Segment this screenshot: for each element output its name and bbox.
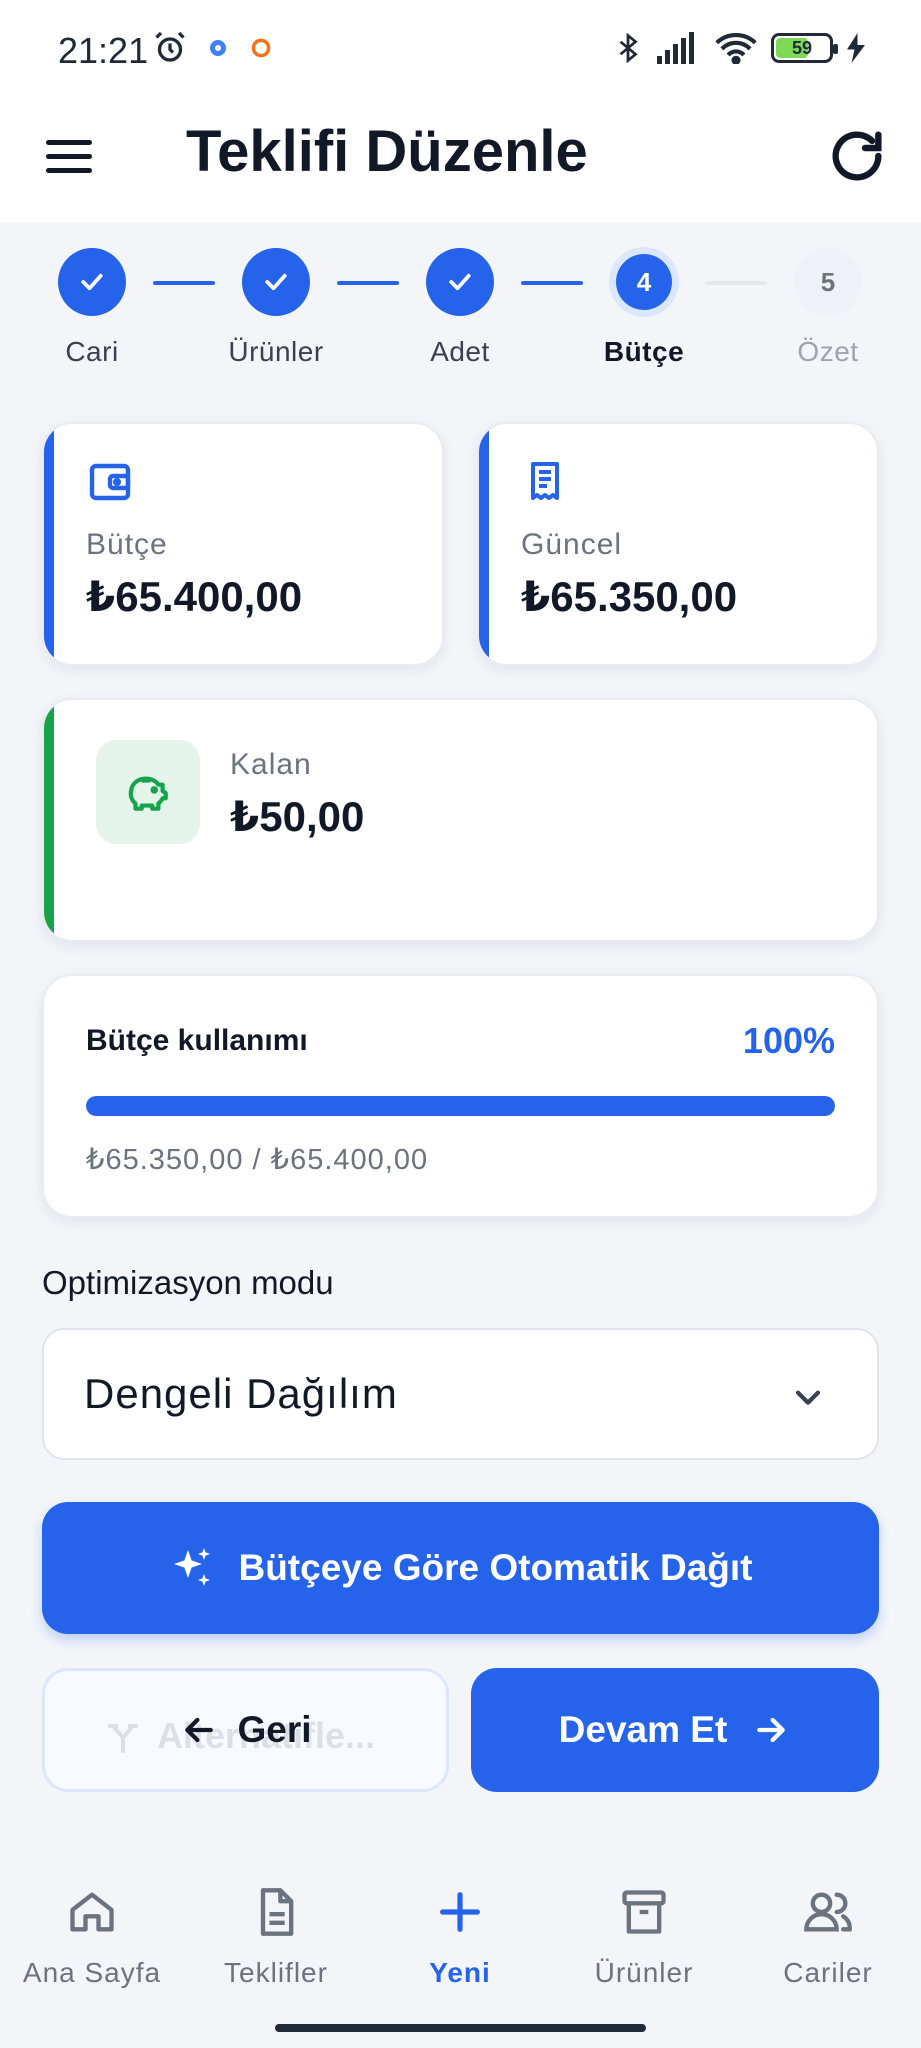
refresh-icon[interactable]	[825, 124, 889, 188]
step-number: 5	[794, 248, 862, 316]
charging-icon	[847, 33, 865, 63]
piggy-bank-icon	[96, 740, 200, 844]
card-accent	[44, 424, 54, 664]
status-left-icons	[152, 30, 274, 66]
step-label: Adet	[430, 336, 490, 367]
continue-button[interactable]: Devam Et	[471, 1668, 879, 1792]
continue-label: Devam Et	[558, 1709, 728, 1750]
card-accent	[44, 700, 54, 940]
current-label: Güncel	[521, 528, 623, 561]
battery-icon: 59	[771, 33, 838, 63]
check-icon	[58, 248, 126, 316]
nav-item-home[interactable]: Ana Sayfa	[0, 1886, 184, 1989]
menu-icon[interactable]	[46, 130, 98, 182]
usage-progress-bar	[86, 1096, 835, 1116]
usage-title: Bütçe kullanımı	[86, 1024, 308, 1057]
wifi-icon	[715, 32, 757, 64]
usage-amounts: ₺65.350,00 / ₺65.400,00	[86, 1144, 429, 1176]
optimization-mode-label: Optimizasyon modu	[42, 1264, 334, 1301]
auto-distribute-label: Bütçeye Göre Otomatik Dağıt	[238, 1547, 753, 1588]
check-icon	[242, 248, 310, 316]
budget-label: Bütçe	[86, 528, 168, 561]
nav-label: Teklifler	[224, 1957, 328, 1988]
chevron-down-icon	[795, 1390, 821, 1405]
page-title: Teklifi Düzenle	[186, 119, 588, 184]
document-icon	[260, 1888, 294, 1936]
step-adet[interactable]: Adet	[390, 248, 530, 368]
archive-icon	[622, 1890, 666, 1934]
nav-label: Yeni	[429, 1957, 491, 1988]
remaining-card: Kalan ₺50,00	[42, 698, 879, 942]
nav-label: Cariler	[783, 1957, 873, 1988]
users-icon	[804, 1892, 852, 1932]
current-value: ₺65.350,00	[521, 573, 738, 620]
budget-card: Bütçe ₺65.400,00	[42, 422, 444, 666]
step-number: 4	[616, 254, 672, 310]
step-label: Ürünler	[228, 336, 324, 367]
status-time: 21:21	[58, 30, 149, 71]
status-right-icons: 59	[613, 30, 865, 66]
usage-percent: 100%	[742, 1020, 835, 1061]
step-label: Cari	[65, 336, 119, 367]
remaining-label: Kalan	[230, 748, 312, 781]
status-bar: 21:21 59	[0, 0, 921, 100]
step-ozet[interactable]: 5 Özet	[758, 248, 898, 368]
settings-app-icon	[210, 40, 226, 56]
back-button[interactable]: Alternatifle... Geri	[42, 1668, 449, 1792]
alarm-icon	[155, 31, 185, 62]
step-label: Bütçe	[603, 336, 685, 367]
arrow-left-icon	[185, 1717, 214, 1743]
arrow-right-icon	[757, 1717, 786, 1743]
back-label: Geri	[237, 1709, 312, 1750]
nav-item-new[interactable]: Yeni	[368, 1886, 552, 1989]
budget-value: ₺65.400,00	[86, 573, 303, 620]
usage-progress-fill	[86, 1096, 835, 1116]
sparkles-icon	[174, 1548, 211, 1586]
plus-icon	[440, 1892, 480, 1932]
bottom-navigation: Ana Sayfa Teklifler Yeni Ürünler Cariler	[0, 1866, 921, 2048]
step-label: Özet	[797, 336, 859, 367]
wallet-icon	[89, 463, 131, 501]
split-icon	[107, 1724, 139, 1753]
optimization-mode-select[interactable]: Dengeli Dağılım	[42, 1328, 879, 1460]
remaining-value: ₺50,00	[230, 793, 365, 840]
select-value: Dengeli Dağılım	[84, 1370, 398, 1417]
nav-item-offers[interactable]: Teklifler	[184, 1886, 368, 1989]
app-bar: Teklifi Düzenle	[0, 100, 921, 222]
step-cari[interactable]: Cari	[22, 248, 162, 368]
nav-item-products[interactable]: Ürünler	[552, 1886, 736, 1989]
step-butce[interactable]: 4 Bütçe	[574, 248, 714, 368]
circle-notification-icon	[251, 38, 271, 58]
nav-item-customers[interactable]: Cariler	[736, 1886, 920, 1989]
receipt-icon	[531, 462, 559, 500]
home-indicator[interactable]	[275, 2024, 646, 2032]
signal-icon	[657, 32, 694, 64]
battery-level: 59	[791, 37, 813, 58]
card-accent	[479, 424, 489, 664]
progress-stepper: Cari Ürünler Adet 4 Bütçe 5 Özet	[0, 248, 921, 378]
nav-label: Ürünler	[594, 1957, 694, 1988]
home-icon	[70, 1892, 114, 1932]
auto-distribute-button[interactable]: Bütçeye Göre Otomatik Dağıt	[42, 1502, 879, 1634]
check-icon	[426, 248, 494, 316]
budget-usage-card: Bütçe kullanımı 100% ₺65.350,00 / ₺65.40…	[42, 974, 879, 1218]
bluetooth-icon	[619, 32, 638, 64]
current-total-card: Güncel ₺65.350,00	[477, 422, 879, 666]
nav-label: Ana Sayfa	[22, 1957, 162, 1988]
step-urunler[interactable]: Ürünler	[206, 248, 346, 368]
